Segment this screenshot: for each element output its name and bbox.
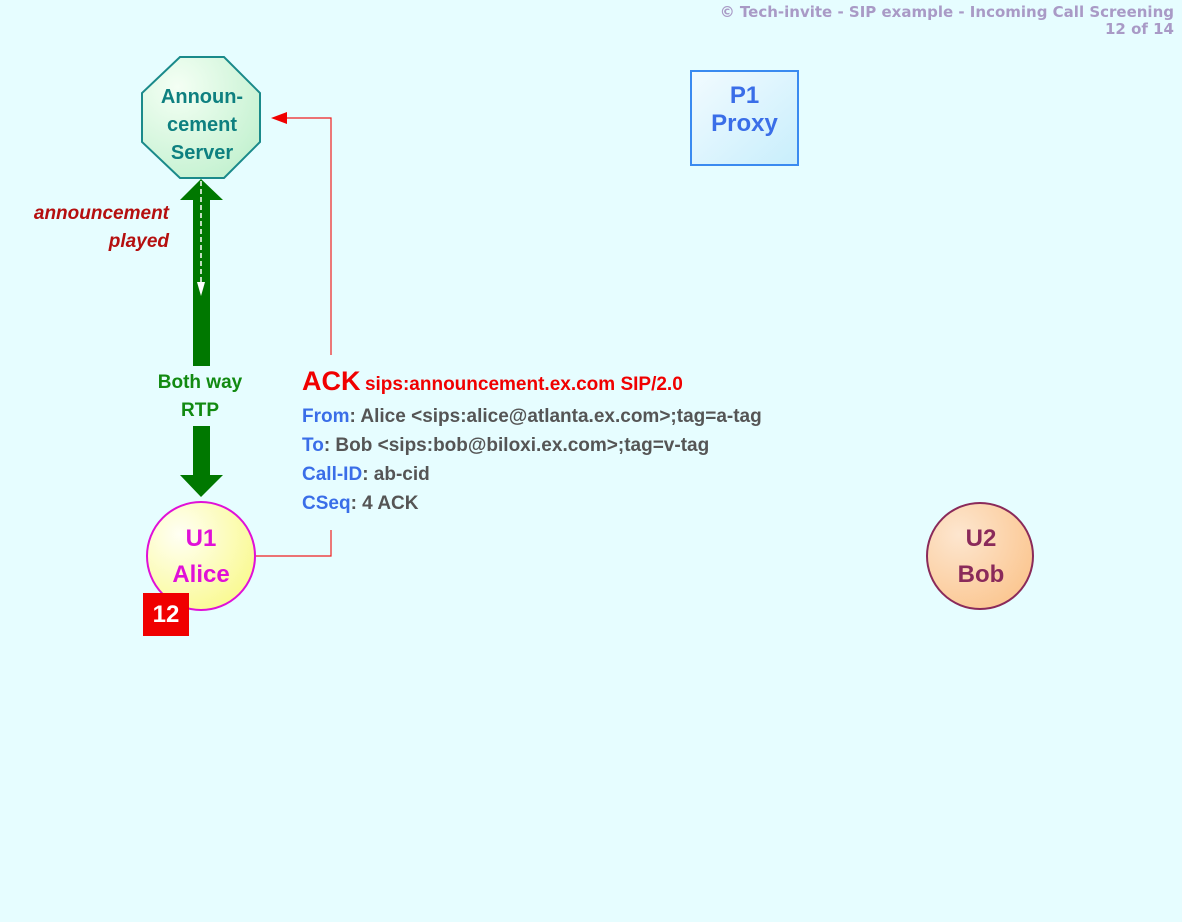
bob-label-line: Bob bbox=[957, 561, 1005, 588]
note-line: played bbox=[108, 231, 169, 252]
header-from: From: Alice <sips:alice@atlanta.ex.com>;… bbox=[302, 402, 762, 431]
announcement-server-label-line: Server bbox=[170, 142, 234, 164]
request-uri: sips:announcement.ex.com SIP/2.0 bbox=[364, 374, 683, 395]
header-name: CSeq bbox=[302, 493, 351, 514]
alice-label-line: Alice bbox=[172, 561, 230, 588]
rtp-arrow-down bbox=[180, 426, 223, 497]
header-value: : ab-cid bbox=[362, 464, 430, 485]
rtp-label: Both way RTP bbox=[140, 369, 260, 425]
announcement-server-label: Announ- cement Server bbox=[142, 83, 262, 167]
request-line: ACK sips:announcement.ex.com SIP/2.0 bbox=[302, 365, 762, 402]
header-value: : Bob <sips:bob@biloxi.ex.com>;tag=v-tag bbox=[323, 435, 710, 456]
header-name: Call-ID bbox=[302, 464, 363, 485]
header-name: To bbox=[302, 435, 324, 456]
proxy-label: P1 Proxy bbox=[691, 82, 798, 138]
bob-label: U2 Bob bbox=[928, 521, 1034, 593]
step-number-badge: 12 bbox=[143, 593, 189, 636]
header-to: To: Bob <sips:bob@biloxi.ex.com>;tag=v-t… bbox=[302, 431, 762, 460]
header-cseq: CSeq: 4 ACK bbox=[302, 489, 762, 518]
rtp-label-line: RTP bbox=[181, 400, 219, 421]
ack-signal-path bbox=[256, 530, 332, 557]
rtp-label-line: Both way bbox=[157, 372, 243, 393]
header-value: : 4 ACK bbox=[350, 493, 419, 514]
note-line: announcement bbox=[33, 203, 169, 224]
proxy-label-line: P1 bbox=[729, 82, 760, 109]
bob-label-line: U2 bbox=[965, 525, 997, 552]
announcement-server-label-line: Announ- bbox=[160, 86, 244, 108]
sip-message: ACK sips:announcement.ex.com SIP/2.0 Fro… bbox=[302, 365, 762, 518]
ack-arrowhead bbox=[271, 112, 287, 124]
alice-label-line: U1 bbox=[185, 525, 217, 552]
announcement-server-label-line: cement bbox=[166, 114, 238, 136]
sip-method: ACK bbox=[302, 366, 361, 396]
header-call-id: Call-ID: ab-cid bbox=[302, 460, 762, 489]
ack-signal-path-upper bbox=[285, 117, 332, 355]
header-name: From bbox=[302, 406, 350, 427]
alice-label: U1 Alice bbox=[148, 521, 254, 593]
proxy-label-line: Proxy bbox=[711, 110, 778, 137]
header-value: : Alice <sips:alice@atlanta.ex.com>;tag=… bbox=[349, 406, 762, 427]
announcement-played-note: announcement played bbox=[20, 200, 169, 256]
